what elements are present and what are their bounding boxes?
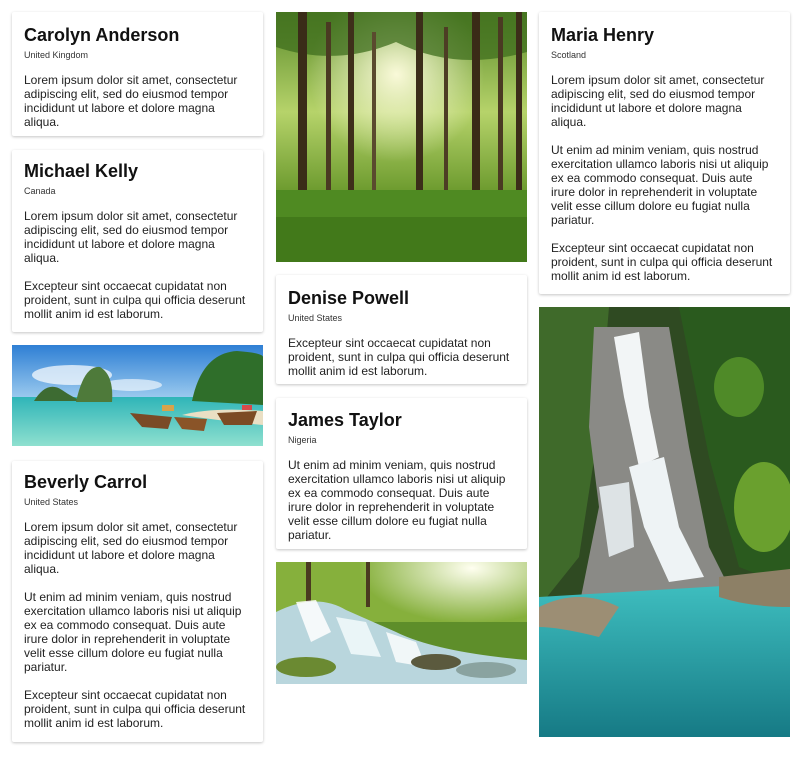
profile-paragraph: Excepteur sint occaecat cupidatat non pr… xyxy=(24,688,246,730)
profile-paragraph: Lorem ipsum dolor sit amet, consectetur … xyxy=(24,209,238,265)
profile-location: Canada xyxy=(24,186,56,196)
profile-name: Maria Henry xyxy=(551,25,655,45)
profile-card-beverly: Beverly Carrol United States Lorem ipsum… xyxy=(12,461,263,742)
beach-boats-image xyxy=(12,345,263,446)
profile-paragraph: Lorem ipsum dolor sit amet, consectetur … xyxy=(24,520,238,576)
profile-paragraph: Excepteur sint occaecat cupidatat non pr… xyxy=(288,336,510,378)
forest-stream-image xyxy=(276,562,527,684)
profile-location: United Kingdom xyxy=(24,50,89,60)
profile-paragraph: Ut enim ad minim veniam, quis nostrud ex… xyxy=(24,590,242,674)
profile-card-james: James Taylor Nigeria Ut enim ad minim ve… xyxy=(276,398,527,549)
profile-paragraph: Lorem ipsum dolor sit amet, consectetur … xyxy=(24,73,238,129)
profile-location: United States xyxy=(24,497,79,507)
profile-card-carolyn: Carolyn Anderson United Kingdom Lorem ip… xyxy=(12,12,263,136)
profile-paragraph: Excepteur sint occaecat cupidatat non pr… xyxy=(551,241,773,283)
waterfall-image xyxy=(539,307,790,737)
profile-card-maria: Maria Henry Scotland Lorem ipsum dolor s… xyxy=(539,12,790,294)
profile-name: Denise Powell xyxy=(288,288,410,308)
profile-name: Beverly Carrol xyxy=(24,472,148,492)
forest-sunbeams-image xyxy=(276,12,527,262)
profile-card-michael: Michael Kelly Canada Lorem ipsum dolor s… xyxy=(12,150,263,332)
profile-paragraph: Ut enim ad minim veniam, quis nostrud ex… xyxy=(288,458,506,542)
profile-name: Michael Kelly xyxy=(24,161,139,181)
profile-paragraph: Excepteur sint occaecat cupidatat non pr… xyxy=(24,279,246,321)
profile-location: United States xyxy=(288,313,343,323)
profile-location: Nigeria xyxy=(288,435,317,445)
profile-location: Scotland xyxy=(551,50,587,60)
profile-paragraph: Lorem ipsum dolor sit amet, consectetur … xyxy=(551,73,765,129)
profile-card-denise: Denise Powell United States Excepteur si… xyxy=(276,275,527,384)
profile-name: James Taylor xyxy=(288,410,402,430)
profile-name: Carolyn Anderson xyxy=(24,25,180,45)
profile-paragraph: Ut enim ad minim veniam, quis nostrud ex… xyxy=(551,143,769,227)
